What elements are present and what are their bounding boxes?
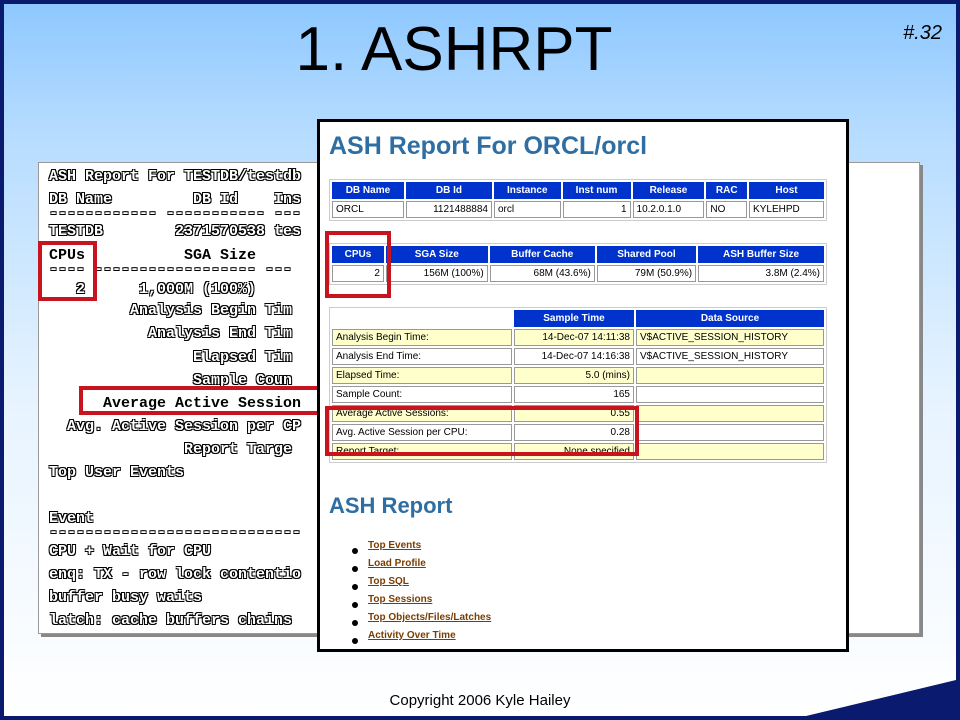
slide-title: 1. ASHRPT <box>295 15 613 84</box>
col-header: RAC <box>706 182 748 199</box>
col-header: Release <box>632 182 705 199</box>
table-cell: V$ACTIVE_SESSION_HISTORY <box>636 329 824 346</box>
sga-table: CPUs SGA Size Buffer Cache Shared Pool A… <box>329 243 827 285</box>
table-cell: orcl <box>493 201 561 218</box>
table-cell: Analysis Begin Time: <box>332 329 512 346</box>
col-header: Host <box>749 182 824 199</box>
corner-decoration <box>806 680 956 716</box>
table-cell: 79M (50.9%) <box>596 265 697 282</box>
col-header: ASH Buffer Size <box>698 246 824 263</box>
text-line: buffer busy waits <box>49 589 203 606</box>
col-header: Data Source <box>636 310 824 327</box>
html-cpus-highlight-box <box>325 231 391 298</box>
table-cell: Sample Count: <box>332 386 512 403</box>
avg-active-session-highlight-box <box>79 386 329 415</box>
list-item: Top SQL <box>352 576 491 594</box>
table-cell <box>636 443 824 460</box>
table-cell: 5.0 (mins) <box>514 367 634 384</box>
text-line: Analysis Begin Tim <box>49 302 293 319</box>
list-item: Activity Over Time <box>352 630 491 648</box>
ash-report-section-title: ASH Report <box>329 493 453 518</box>
table-cell: ORCL <box>332 201 404 218</box>
link-top-sessions[interactable]: Top Sessions <box>368 594 432 605</box>
col-header: Shared Pool <box>596 246 697 263</box>
text-line: TESTDB 2371570538 tes <box>49 223 302 240</box>
table-cell <box>636 386 824 403</box>
table-cell <box>636 405 824 422</box>
col-header: Buffer Cache <box>489 246 595 263</box>
text-line: Avg. Active Session per CP <box>49 418 302 435</box>
table-cell: 68M (43.6%) <box>489 265 595 282</box>
list-item: Load Profile <box>352 558 491 576</box>
slide-tag: #.32 <box>903 22 942 44</box>
table-cell: 14-Dec-07 14:11:38 <box>514 329 634 346</box>
table-cell: KYLEHPD <box>749 201 824 218</box>
html-report-panel: ASH Report For ORCL/orcl DB Name DB Id I… <box>317 119 849 652</box>
col-header: Instance <box>493 182 561 199</box>
text-line: Top User Events <box>49 464 185 481</box>
list-item: Top Objects/Files/Latches <box>352 612 491 630</box>
text-line: Analysis End Tim <box>49 325 293 342</box>
col-header: SGA Size <box>385 246 488 263</box>
table-cell <box>636 367 824 384</box>
table-cell: 1 <box>562 201 631 218</box>
table-cell: Analysis End Time: <box>332 348 512 365</box>
slide: 1. ASHRPT #.32 ASH Report For TESTDB/tes… <box>4 4 956 716</box>
text-line: Report Targe <box>49 441 293 458</box>
link-top-sql[interactable]: Top SQL <box>368 576 409 587</box>
list-item: Top Events <box>352 540 491 558</box>
text-line: CPU + Wait for CPU <box>49 543 212 560</box>
link-top-events[interactable]: Top Events <box>368 540 421 551</box>
list-item: Top Sessions <box>352 594 491 612</box>
link-top-objects[interactable]: Top Objects/Files/Latches <box>368 612 491 623</box>
table-cell: V$ACTIVE_SESSION_HISTORY <box>636 348 824 365</box>
col-header: Inst num <box>562 182 631 199</box>
table-cell: 165 <box>514 386 634 403</box>
text-line: Elapsed Tim <box>49 349 293 366</box>
text-line: ------------ ----------- --- <box>49 205 302 222</box>
link-activity-over-time[interactable]: Activity Over Time <box>368 630 456 641</box>
db-info-table: DB Name DB Id Instance Inst num Release … <box>329 179 827 221</box>
html-avg-sessions-highlight-box <box>325 406 639 456</box>
html-report-title: ASH Report For ORCL/orcl <box>329 132 648 160</box>
link-load-profile[interactable]: Load Profile <box>368 558 426 569</box>
col-header: DB Name <box>332 182 404 199</box>
text-line: ASH Report For TESTDB/testdb <box>49 168 302 185</box>
text-line: ---------------------------- <box>49 524 302 541</box>
table-cell: 1121488884 <box>405 201 492 218</box>
table-cell: 156M (100%) <box>385 265 488 282</box>
table-cell: 3.8M (2.4%) <box>698 265 824 282</box>
text-line: enq: TX - row lock contentio <box>49 566 302 583</box>
col-header: Sample Time <box>514 310 634 327</box>
text-line: latch: cache buffers chains <box>49 612 293 629</box>
table-cell: 10.2.0.1.0 <box>632 201 705 218</box>
table-cell: 14-Dec-07 14:16:38 <box>514 348 634 365</box>
table-cell <box>636 424 824 441</box>
table-cell: NO <box>706 201 748 218</box>
report-links-list: Top Events Load Profile Top SQL Top Sess… <box>352 540 491 648</box>
cpus-highlight-box <box>38 241 97 301</box>
col-header <box>332 310 512 327</box>
table-cell: Elapsed Time: <box>332 367 512 384</box>
col-header: DB Id <box>405 182 492 199</box>
